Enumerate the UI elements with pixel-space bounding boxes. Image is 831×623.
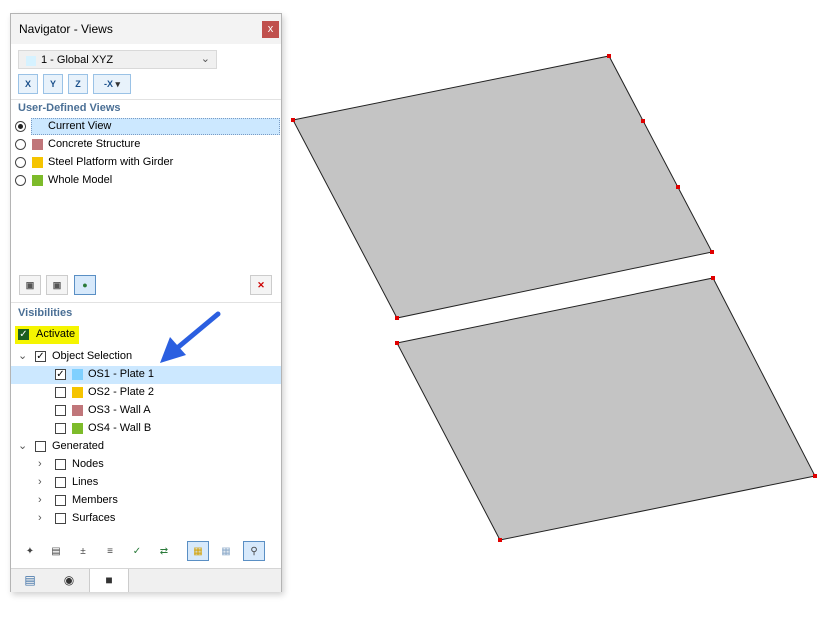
node-marker bbox=[710, 250, 714, 254]
node-marker bbox=[813, 474, 817, 478]
node-marker bbox=[291, 118, 295, 122]
plate-1-surface[interactable] bbox=[292, 55, 713, 319]
node-marker bbox=[607, 54, 611, 58]
node-marker bbox=[395, 341, 399, 345]
model-viewport bbox=[291, 54, 817, 542]
node-marker bbox=[676, 185, 680, 189]
node-marker bbox=[395, 316, 399, 320]
node-marker bbox=[641, 119, 645, 123]
node-marker bbox=[711, 276, 715, 280]
plate-2-surface[interactable] bbox=[396, 277, 816, 541]
node-marker bbox=[498, 538, 502, 542]
